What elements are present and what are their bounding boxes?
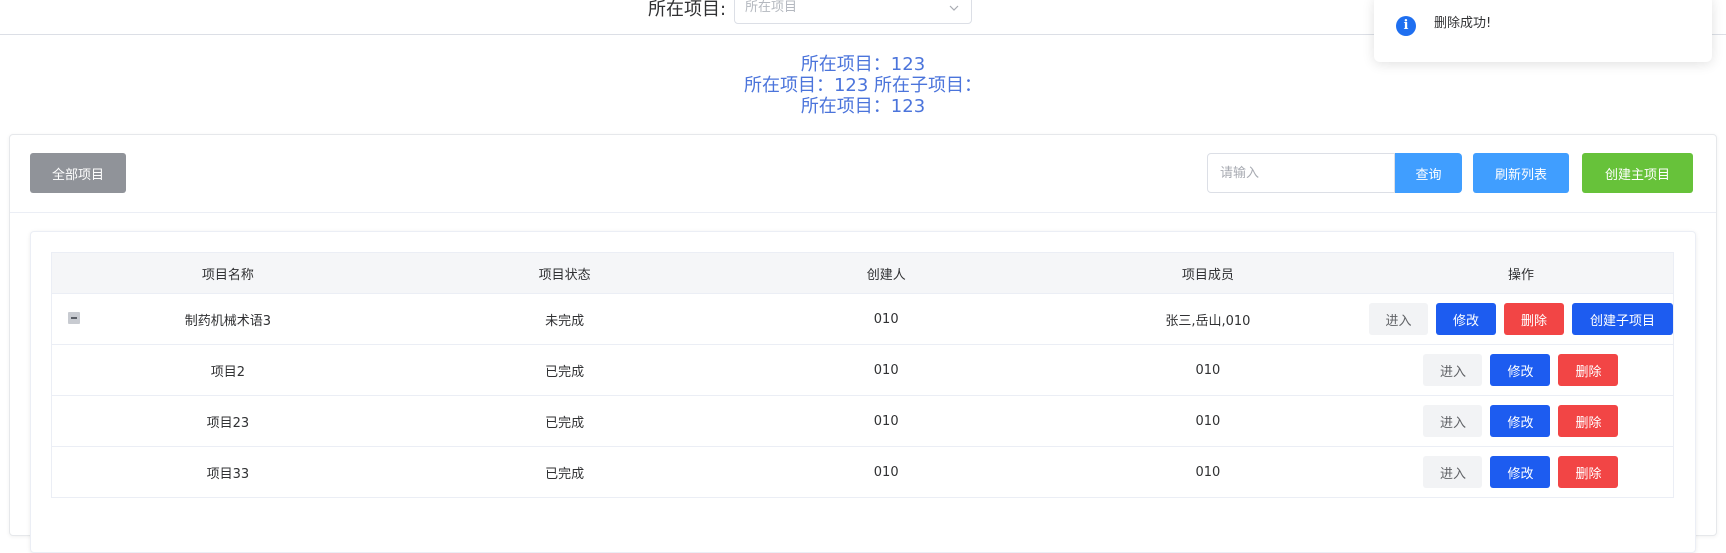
column-header-name: 项目名称: [51, 252, 404, 294]
column-header-status: 项目状态: [403, 252, 726, 294]
info-line-2: 所在项目：123 所在子项目：: [743, 75, 983, 96]
project-name: 项目33: [51, 446, 404, 498]
toast-message: 删除成功!: [1434, 16, 1492, 31]
enter-button[interactable]: 进入: [1423, 405, 1483, 437]
create-child-project-button[interactable]: 创建子项目: [1571, 303, 1673, 335]
project-creator: 010: [725, 344, 1047, 396]
table-row: 制药机械术语3 未完成 010 张三,岳山,010 进入 修改 删除 创建子项目: [51, 293, 1674, 345]
project-members: 010: [1046, 344, 1369, 396]
delete-button[interactable]: 删除: [1558, 456, 1619, 488]
actions-cell: 进入 修改 删除: [1368, 344, 1674, 396]
project-name-cell: 制药机械术语3: [51, 293, 404, 345]
info-icon: i: [1396, 16, 1416, 36]
success-toast: i 删除成功!: [1374, 0, 1712, 62]
info-line-3: 所在项目：123: [800, 96, 926, 117]
project-creator: 010: [725, 293, 1047, 345]
project-name: 制药机械术语3: [184, 313, 271, 329]
enter-button[interactable]: 进入: [1423, 456, 1483, 488]
project-creator: 010: [725, 446, 1047, 498]
project-status: 已完成: [403, 395, 726, 447]
column-header-actions: 操作: [1368, 252, 1674, 294]
project-members: 010: [1046, 446, 1369, 498]
edit-button[interactable]: 修改: [1435, 303, 1496, 335]
edit-button[interactable]: 修改: [1490, 405, 1551, 437]
project-members: 010: [1046, 395, 1369, 447]
delete-button[interactable]: 删除: [1558, 354, 1619, 386]
project-creator: 010: [725, 395, 1047, 447]
delete-button[interactable]: 删除: [1503, 303, 1564, 335]
project-members: 张三,岳山,010: [1046, 293, 1369, 345]
edit-button[interactable]: 修改: [1490, 456, 1551, 488]
project-table: 项目名称 项目状态 创建人 项目成员 操作 制药机械术语3 未完成 010 张三…: [51, 252, 1674, 498]
project-status: 未完成: [403, 293, 726, 345]
query-button[interactable]: 查询: [1395, 153, 1462, 193]
project-status: 已完成: [403, 344, 726, 396]
project-select-placeholder: 所在项目: [745, 0, 798, 15]
panel-toolbar: 全部项目 查询 刷新列表 创建主项目: [10, 135, 1716, 213]
column-header-members: 项目成员: [1046, 252, 1369, 294]
create-main-project-button[interactable]: 创建主项目: [1582, 153, 1693, 193]
table-card: 项目名称 项目状态 创建人 项目成员 操作 制药机械术语3 未完成 010 张三…: [30, 231, 1696, 553]
table-row: 项目33 已完成 010 010 进入 修改 删除: [51, 446, 1674, 498]
project-status: 已完成: [403, 446, 726, 498]
collapse-icon[interactable]: [68, 312, 80, 324]
project-filter-label: 所在项目:: [648, 0, 727, 20]
actions-cell: 进入 修改 删除 创建子项目: [1368, 293, 1674, 345]
column-header-creator: 创建人: [725, 252, 1047, 294]
chevron-down-icon: [949, 5, 959, 11]
actions-cell: 进入 修改 删除: [1368, 395, 1674, 447]
enter-button[interactable]: 进入: [1423, 354, 1483, 386]
all-projects-button[interactable]: 全部项目: [30, 153, 126, 193]
refresh-list-button[interactable]: 刷新列表: [1473, 153, 1569, 193]
table-row: 项目23 已完成 010 010 进入 修改 删除: [51, 395, 1674, 447]
edit-button[interactable]: 修改: [1490, 354, 1551, 386]
enter-button[interactable]: 进入: [1368, 303, 1428, 335]
project-select[interactable]: 所在项目: [734, 0, 972, 24]
project-panel: 全部项目 查询 刷新列表 创建主项目 项目名称 项目状态 创建人 项目成员 操作: [9, 134, 1717, 553]
project-name: 项目2: [51, 344, 404, 396]
table-header-row: 项目名称 项目状态 创建人 项目成员 操作: [51, 252, 1674, 294]
project-name: 项目23: [51, 395, 404, 447]
table-row: 项目2 已完成 010 010 进入 修改 删除: [51, 344, 1674, 396]
search-input[interactable]: [1207, 153, 1395, 193]
actions-cell: 进入 修改 删除: [1368, 446, 1674, 498]
delete-button[interactable]: 删除: [1558, 405, 1619, 437]
